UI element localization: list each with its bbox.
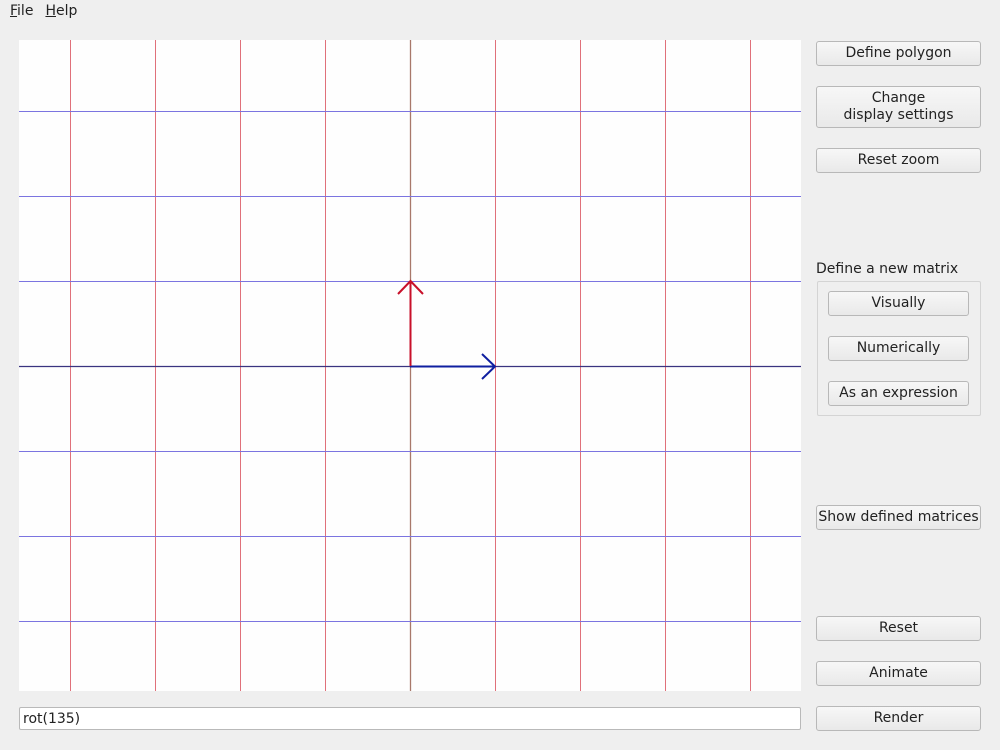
reset-button[interactable]: Reset	[816, 616, 981, 641]
menu-bar: File Help	[0, 0, 1000, 22]
expression-input[interactable]	[19, 707, 801, 730]
menu-file-mnemonic: F	[10, 3, 18, 19]
main-window: File Help Define polygon Change display …	[0, 0, 1000, 750]
render-label: Render	[873, 710, 924, 726]
define-as-expression-button[interactable]: As an expression	[828, 381, 969, 406]
plot-canvas[interactable]	[19, 40, 801, 691]
define-visually-label: Visually	[871, 295, 926, 311]
show-defined-matrices-label: Show defined matrices	[818, 509, 979, 525]
animate-label: Animate	[869, 665, 928, 681]
define-numerically-button[interactable]: Numerically	[828, 336, 969, 361]
change-display-settings-button[interactable]: Change display settings	[816, 86, 981, 128]
menu-help[interactable]: Help	[40, 3, 84, 19]
reset-zoom-button[interactable]: Reset zoom	[816, 148, 981, 173]
matrix-group-title: Define a new matrix	[816, 261, 959, 277]
define-polygon-button[interactable]: Define polygon	[816, 41, 981, 66]
menu-file[interactable]: File	[0, 3, 40, 19]
menu-file-rest: ile	[17, 3, 34, 19]
define-polygon-label: Define polygon	[845, 45, 952, 61]
reset-label: Reset	[878, 620, 919, 636]
animate-button[interactable]: Animate	[816, 661, 981, 686]
render-button[interactable]: Render	[816, 706, 981, 731]
define-numerically-label: Numerically	[856, 340, 941, 356]
show-defined-matrices-button[interactable]: Show defined matrices	[816, 505, 981, 530]
reset-zoom-label: Reset zoom	[857, 152, 940, 168]
define-visually-button[interactable]: Visually	[828, 291, 969, 316]
change-display-settings-label: Change display settings	[843, 90, 954, 123]
menu-help-mnemonic: H	[45, 3, 56, 19]
menu-help-rest: elp	[55, 3, 78, 19]
define-as-expression-label: As an expression	[839, 385, 958, 401]
plot-svg[interactable]	[19, 40, 801, 691]
